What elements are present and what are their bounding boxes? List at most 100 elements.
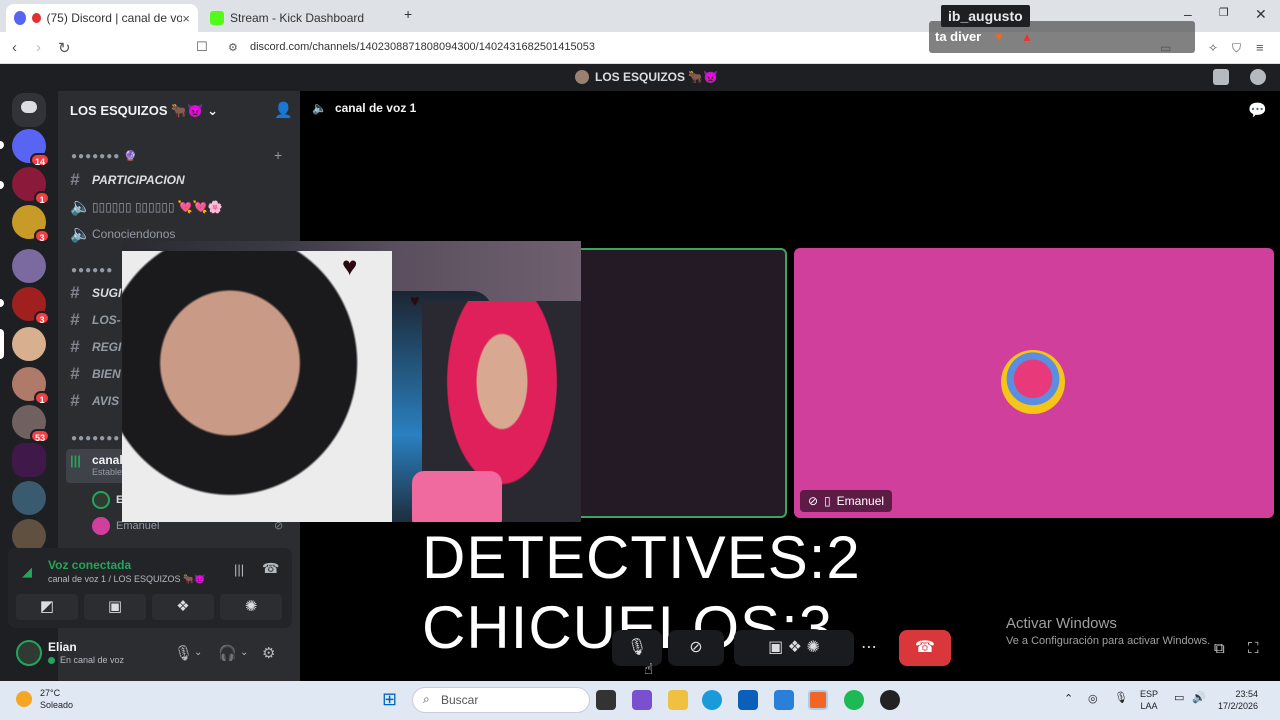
channel-bien[interactable]: # BIEN (70, 363, 121, 385)
activities-button[interactable]: ❖ (152, 594, 214, 620)
channel-voice-1[interactable]: 🔈 ▯▯▯▯▯▯ ▯▯▯▯▯▯ 💘💘🌸 (70, 196, 223, 218)
category-header[interactable]: ●●●●●●● 🔮 (71, 151, 138, 162)
stream-chat-username: ib_augusto (941, 5, 1030, 27)
inbox-icon[interactable] (1213, 69, 1229, 85)
soundboard-button[interactable]: ✺ (220, 594, 282, 620)
category-header[interactable]: ●●●●●● (71, 265, 113, 276)
server-icon-7[interactable]: 53 (12, 405, 50, 443)
server-icon-8[interactable] (12, 443, 46, 477)
shield-icon[interactable]: ⛉ (1232, 41, 1241, 56)
chevron-down-icon[interactable]: ⌄ (194, 647, 202, 658)
copilot-icon[interactable] (632, 690, 652, 710)
edge-icon[interactable] (702, 690, 722, 710)
camera-button[interactable]: ⊘ (668, 630, 724, 666)
category-header[interactable]: ●●●●●●● (71, 433, 120, 444)
maximize-button[interactable]: ❐ (1219, 6, 1229, 19)
avatar (92, 517, 110, 535)
disconnect-icon[interactable]: ☎ (262, 560, 279, 577)
bookmark-icon[interactable]: ☐ (196, 39, 208, 55)
unread-badge: 14 (29, 153, 50, 167)
voice-location[interactable]: canal de voz 1 / LOS ESQUIZOS 🐂👿 (48, 574, 205, 585)
channel-regi[interactable]: # REGI (70, 336, 121, 358)
hang-up-button[interactable]: ☎ (899, 630, 951, 666)
store-icon[interactable] (738, 690, 758, 710)
url-field[interactable]: discord.com/channels/1402308871808094300… (250, 41, 595, 53)
channel-label: LOS- (92, 313, 121, 327)
popout-icon[interactable]: ⧉ (1214, 640, 1225, 657)
network-icon[interactable]: ◎ (1088, 693, 1098, 705)
more-options-button[interactable]: ⋯ (854, 630, 884, 666)
server-icon-9[interactable] (12, 481, 46, 515)
settings-gear-icon[interactable]: ⚙ (262, 644, 275, 662)
fullscreen-icon[interactable]: ⛶ (1248, 640, 1259, 657)
help-icon[interactable] (1250, 69, 1266, 85)
server-icon-5[interactable]: 3 (12, 287, 50, 325)
windows-taskbar: 27°C Soleado ⊞ ⌕ Buscar ⌃ ◎ 🎙 ESP LAA ▭ … (0, 681, 1280, 720)
windows-start-icon[interactable]: ⊞ (382, 689, 397, 710)
tab-close-icon[interactable]: × (182, 11, 190, 26)
discord-favicon-icon (14, 11, 26, 25)
reload-icon[interactable]: ↻ (58, 39, 71, 57)
leo-icon[interactable]: ✧ (1208, 41, 1218, 55)
file-explorer-icon[interactable] (668, 690, 688, 710)
minimize-button[interactable]: – (1184, 6, 1192, 22)
server-icon-6[interactable]: 1 (12, 367, 50, 405)
participant-tile-elian[interactable] (575, 248, 787, 518)
add-member-icon[interactable]: 👤 (274, 101, 293, 119)
avatar[interactable] (16, 640, 42, 666)
microphone-button[interactable]: 🎙 (612, 630, 662, 666)
server-icon-1[interactable]: 14 (12, 129, 50, 167)
server-icon-2[interactable]: 1 (12, 167, 50, 205)
outlook-icon[interactable] (774, 690, 794, 710)
brave-icon[interactable] (808, 690, 828, 710)
add-channel-icon[interactable]: + (274, 147, 282, 163)
voice-user[interactable]: E (92, 491, 123, 509)
taskbar-search[interactable]: ⌕ Buscar (412, 687, 590, 713)
close-window-button[interactable]: ✕ (1255, 6, 1267, 23)
weather-widget[interactable]: 27°C Soleado (16, 687, 73, 711)
tab-discord[interactable]: (75) Discord | canal de voz 1 | × (6, 4, 198, 32)
microphone-icon[interactable]: 🎙 (174, 644, 193, 662)
tab-kick-title: Stream - Kick Dashboard (230, 11, 365, 25)
activate-windows-title: Activar Windows (1006, 615, 1117, 632)
webcam-feed: ♥ ♥ (122, 241, 581, 522)
username[interactable]: Elian (48, 640, 77, 654)
chat-bubble-icon[interactable]: 💬 (1248, 101, 1267, 119)
camera-toggle-button[interactable]: ◩ (16, 594, 78, 620)
menu-icon[interactable]: ≡ (1256, 40, 1264, 55)
activities-icon: ❖ (176, 598, 190, 615)
channel-participacion[interactable]: # PARTICIPACION (70, 169, 185, 191)
back-icon[interactable]: ‹ (12, 39, 17, 56)
noise-suppression-icon[interactable]: ||| (234, 562, 244, 577)
headphones-icon[interactable]: 🎧 (218, 644, 237, 662)
server-icon-4[interactable] (12, 249, 46, 283)
server-icon-los-esquizos[interactable] (12, 327, 46, 361)
task-view-icon[interactable] (596, 690, 616, 710)
new-tab-button[interactable]: + (404, 6, 412, 22)
wifi-icon[interactable]: ▭ (1174, 692, 1184, 704)
volume-icon[interactable]: 🔊 (1192, 692, 1206, 704)
microphone-icon[interactable]: 🎙 (1114, 692, 1128, 704)
discord-home-icon[interactable] (12, 93, 46, 127)
share-activities-button[interactable]: ▣ ❖ ✺ (734, 630, 854, 666)
language-indicator[interactable]: ESP LAA (1140, 688, 1158, 712)
channel-label: AVIS (92, 394, 120, 408)
obs-icon[interactable] (880, 690, 900, 710)
tab-kick[interactable]: Stream - Kick Dashboard (202, 4, 394, 32)
forward-icon[interactable]: › (36, 39, 41, 56)
screen-share-button[interactable]: ▣ (84, 594, 146, 620)
site-info-icon[interactable]: ⚙ (228, 41, 238, 54)
clock[interactable]: 23:54 17/2/2026 (1218, 688, 1258, 712)
channel-sugi[interactable]: # SUGI (70, 282, 121, 304)
server-icon-3[interactable]: 3 (12, 205, 50, 243)
channel-avis[interactable]: # AVIS (70, 390, 119, 412)
kick-favicon-icon (210, 11, 224, 25)
spotify-icon[interactable] (844, 690, 864, 710)
server-name-header[interactable]: LOS ESQUIZOS 🐂👿 ⌄ (70, 103, 218, 119)
participant-tile-emanuel[interactable]: ⊘ ▯ Emanuel (794, 248, 1274, 518)
channel-los[interactable]: # LOS- (70, 309, 121, 331)
language-code: ESP (1140, 689, 1159, 699)
chevron-down-icon[interactable]: ⌄ (240, 647, 248, 658)
voice-status[interactable]: Voz conectada (48, 558, 131, 572)
chevron-up-icon[interactable]: ⌃ (1064, 693, 1073, 705)
